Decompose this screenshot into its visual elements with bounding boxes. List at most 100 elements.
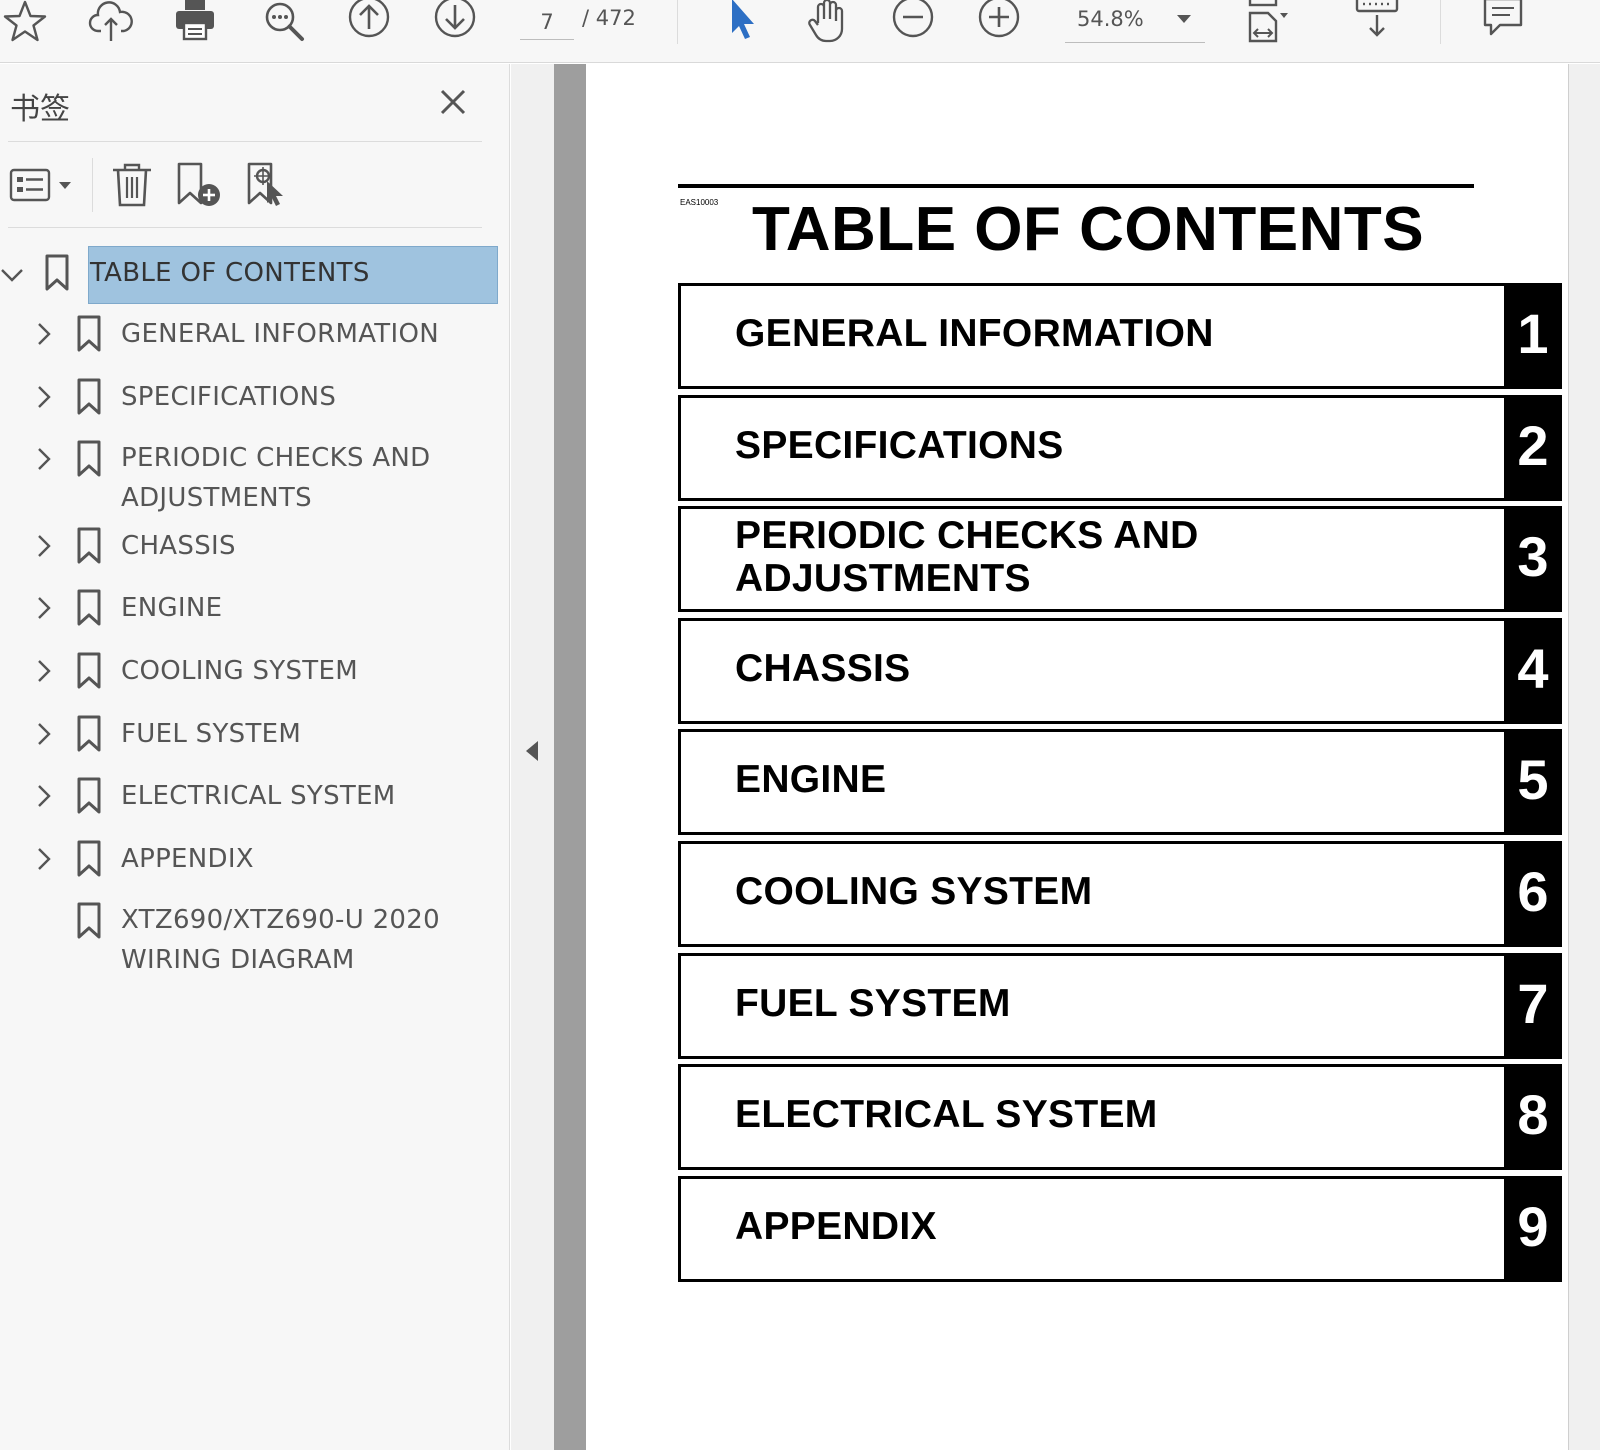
- toc-section-label: APPENDIX: [735, 1205, 937, 1248]
- chevron-down-icon[interactable]: [0, 263, 24, 287]
- chevron-right-icon[interactable]: [32, 659, 56, 683]
- bookmark-label: APPENDIX: [121, 844, 254, 874]
- toc-section-2[interactable]: SPECIFICATIONS 2: [678, 395, 1562, 501]
- toc-section-number: 6: [1517, 860, 1549, 923]
- doc-code: EAS10003: [680, 198, 719, 207]
- bookmark-item-specifications[interactable]: SPECIFICATIONS: [0, 375, 510, 419]
- collapse-panel-icon[interactable]: [526, 741, 538, 761]
- toc-section-number: 1: [1517, 302, 1549, 365]
- hand-tool-icon[interactable]: [802, 0, 852, 44]
- toc-section-number: 7: [1517, 972, 1549, 1035]
- bookmark-label-line2: WIRING DIAGRAM: [121, 945, 355, 975]
- bookmark-label: TABLE OF CONTENTS: [90, 258, 370, 288]
- toc-section-label: FUEL SYSTEM: [735, 982, 1011, 1025]
- bookmark-icon: [77, 715, 101, 752]
- bookmark-options-button[interactable]: [8, 158, 76, 212]
- scrollbar-track[interactable]: [1568, 64, 1600, 1450]
- bookmark-label: ELECTRICAL SYSTEM: [121, 781, 396, 811]
- toc-section-label: COOLING SYSTEM: [735, 870, 1093, 913]
- bookmark-item-periodic-checks[interactable]: PERIODIC CHECKS AND ADJUSTMENTS: [0, 437, 510, 521]
- chevron-right-icon[interactable]: [32, 596, 56, 620]
- toc-section-number: 3: [1517, 525, 1549, 588]
- bookmark-panel: 书签 TABLE OF CONTENTS GENERAL INFORMATION…: [0, 64, 510, 1450]
- toc-section-label: CHASSIS: [735, 647, 911, 690]
- close-icon[interactable]: [433, 82, 473, 122]
- chevron-right-icon[interactable]: [32, 722, 56, 746]
- bookmark-label-line1: XTZ690/XTZ690-U 2020: [121, 905, 440, 935]
- bookmark-label: GENERAL INFORMATION: [121, 319, 439, 349]
- add-bookmark-button[interactable]: [172, 158, 224, 212]
- toc-section-4[interactable]: CHASSIS 4: [678, 618, 1562, 724]
- toc-section-number: 4: [1517, 637, 1549, 700]
- toc-section-number: 9: [1517, 1195, 1549, 1258]
- scroll-mode-icon[interactable]: [1352, 0, 1402, 44]
- bookmark-item-fuel-system[interactable]: FUEL SYSTEM: [0, 712, 510, 756]
- bookmark-item-chassis[interactable]: CHASSIS: [0, 524, 510, 568]
- toc-section-label-line1: PERIODIC CHECKS AND: [735, 514, 1199, 557]
- fit-page-icon[interactable]: [1240, 0, 1290, 44]
- delete-bookmark-button[interactable]: [106, 158, 158, 212]
- select-cursor-icon[interactable]: [716, 0, 766, 44]
- print-icon[interactable]: [170, 0, 220, 44]
- chevron-right-icon[interactable]: [32, 385, 56, 409]
- toc-section-3[interactable]: PERIODIC CHECKS AND ADJUSTMENTS 3: [678, 506, 1562, 612]
- bookmark-item-general-information[interactable]: GENERAL INFORMATION: [0, 312, 510, 356]
- bookmark-label: CHASSIS: [121, 531, 236, 561]
- panel-divider: [8, 141, 482, 142]
- toc-number-tab: 9: [1504, 1176, 1562, 1282]
- document-gutter: [554, 64, 586, 1450]
- bookmark-icon: [77, 378, 101, 415]
- page-number-input[interactable]: [520, 4, 574, 40]
- bookmark-label: COOLING SYSTEM: [121, 656, 358, 686]
- zoom-in-icon[interactable]: [974, 0, 1024, 44]
- page-down-icon[interactable]: [430, 0, 480, 44]
- search-zoom-icon[interactable]: [258, 0, 308, 44]
- bookmark-item-electrical-system[interactable]: ELECTRICAL SYSTEM: [0, 774, 510, 818]
- panel-title: 书签: [10, 92, 70, 127]
- zoom-select[interactable]: 54.8%: [1065, 3, 1205, 43]
- bookmark-item-appendix[interactable]: APPENDIX: [0, 837, 510, 881]
- page-up-icon[interactable]: [344, 0, 394, 44]
- toc-section-9[interactable]: APPENDIX 9: [678, 1176, 1562, 1282]
- toc-section-6[interactable]: COOLING SYSTEM 6: [678, 841, 1562, 947]
- toc-section-label: ENGINE: [735, 758, 887, 801]
- toc-section-5[interactable]: ENGINE 5: [678, 729, 1562, 835]
- bookmark-item-table-of-contents[interactable]: TABLE OF CONTENTS: [0, 246, 510, 304]
- doc-title: TABLE OF CONTENTS: [752, 195, 1425, 264]
- bookmark-item-cooling-system[interactable]: COOLING SYSTEM: [0, 649, 510, 693]
- panel-tool-divider: [92, 158, 93, 212]
- bookmark-icon: [77, 589, 101, 626]
- bookmark-icon: [77, 315, 101, 352]
- toc-section-1[interactable]: GENERAL INFORMATION 1: [678, 283, 1562, 389]
- chevron-right-icon[interactable]: [32, 847, 56, 871]
- comment-icon[interactable]: [1478, 0, 1528, 44]
- chevron-right-icon[interactable]: [32, 784, 56, 808]
- bookmark-icon: [77, 440, 101, 477]
- toc-section-label-line2: ADJUSTMENTS: [735, 557, 1031, 600]
- top-toolbar: / 472 54.8%: [0, 0, 1600, 63]
- cloud-upload-icon[interactable]: [86, 0, 136, 44]
- zoom-value: 54.8%: [1077, 7, 1144, 31]
- bookmark-icon: [77, 652, 101, 689]
- toolbar-divider: [1440, 0, 1441, 44]
- bookmark-label-line2: ADJUSTMENTS: [121, 483, 312, 513]
- toc-section-label: GENERAL INFORMATION: [735, 312, 1214, 355]
- toc-section-label: ELECTRICAL SYSTEM: [735, 1093, 1158, 1136]
- toc-number-tab: 7: [1504, 953, 1562, 1059]
- bookmark-icon: [77, 840, 101, 877]
- chevron-right-icon[interactable]: [32, 534, 56, 558]
- zoom-out-icon[interactable]: [888, 0, 938, 44]
- bookmark-label: FUEL SYSTEM: [121, 719, 302, 749]
- toolbar-divider: [677, 0, 678, 44]
- bookmark-item-wiring-diagram[interactable]: XTZ690/XTZ690-U 2020 WIRING DIAGRAM: [0, 899, 510, 983]
- chevron-right-icon[interactable]: [32, 447, 56, 471]
- bookmark-label: SPECIFICATIONS: [121, 382, 337, 412]
- toc-section-8[interactable]: ELECTRICAL SYSTEM 8: [678, 1064, 1562, 1170]
- toc-section-7[interactable]: FUEL SYSTEM 7: [678, 953, 1562, 1059]
- bookmark-item-engine[interactable]: ENGINE: [0, 586, 510, 630]
- star-icon[interactable]: [0, 0, 50, 44]
- chevron-right-icon[interactable]: [32, 322, 56, 346]
- toc-section-number: 8: [1517, 1083, 1549, 1146]
- find-bookmark-button[interactable]: [242, 158, 294, 212]
- toc-number-tab: 8: [1504, 1064, 1562, 1170]
